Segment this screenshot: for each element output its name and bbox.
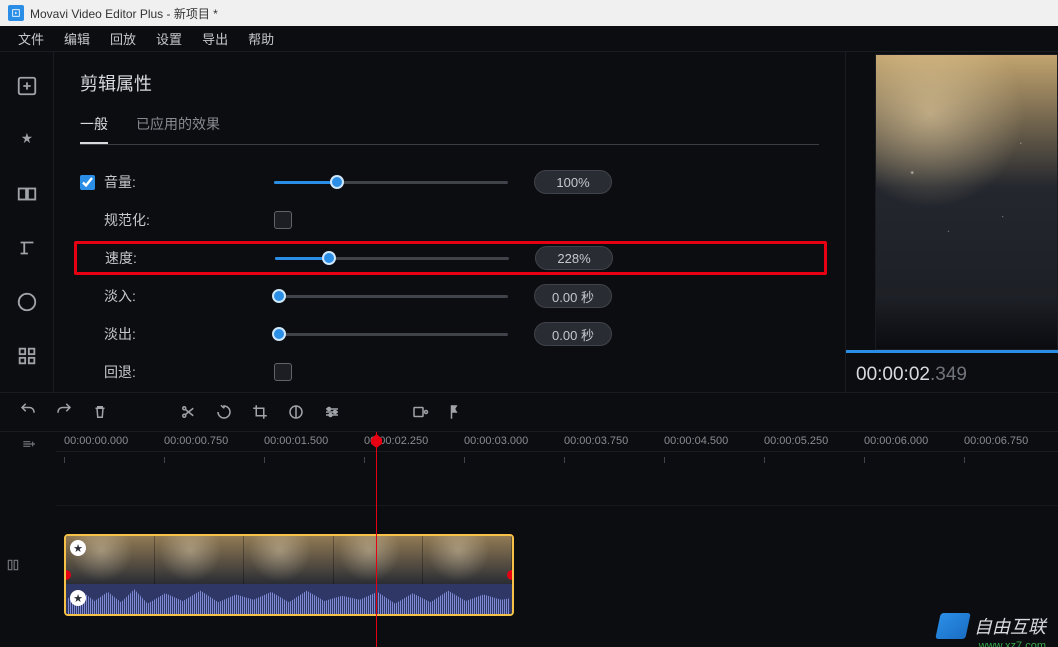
fadein-row: 淡入: 0.00 秒 [80,279,819,313]
normalize-toggle[interactable] [274,211,292,229]
timeline-gutter [0,432,56,647]
preview-progress[interactable] [846,350,1058,353]
transitions-button[interactable] [7,174,47,214]
normalize-row: 规范化: [80,203,819,237]
clip-effects-icon[interactable]: ★ [70,540,86,556]
redo-button[interactable] [48,396,80,428]
video-track[interactable]: ★ ★ [56,530,1058,624]
fadein-value[interactable]: 0.00 秒 [534,284,612,308]
timeline-toolbar [0,392,1058,432]
watermark-text: 自由互联 [974,613,1046,639]
app-icon [8,5,24,21]
import-media-button[interactable] [7,66,47,106]
volume-checkbox[interactable] [80,175,95,190]
delete-button[interactable] [84,396,116,428]
menu-settings[interactable]: 设置 [146,26,192,51]
undo-button[interactable] [12,396,44,428]
ruler-tick: 00:00:04.500 [664,435,728,447]
tab-general[interactable]: 一般 [80,114,108,144]
add-track-button[interactable] [0,434,56,454]
ruler-tick: 00:00:03.750 [564,435,628,447]
clip-trim-right[interactable] [507,570,514,580]
fadein-slider[interactable] [274,295,508,298]
record-button[interactable] [404,396,436,428]
menu-file[interactable]: 文件 [8,26,54,51]
left-toolbar [0,52,54,392]
ruler-tick: 00:00:06.750 [964,435,1028,447]
panel-title: 剪辑属性 [80,70,819,96]
window-title: Movavi Video Editor Plus - 新项目 * [30,5,218,22]
volume-slider[interactable] [274,181,508,184]
ruler-tick: 00:00:01.500 [264,435,328,447]
speed-row: 速度: 228% [74,241,827,275]
titles-button[interactable] [7,228,47,268]
video-clip[interactable]: ★ ★ [64,534,514,616]
ruler-tick: 00:00:03.000 [464,435,528,447]
watermark: 自由互联 www.xz7.com [938,613,1046,639]
normalize-label: 规范化: [104,210,274,230]
fadeout-label: 淡出: [104,324,274,344]
title-bar: Movavi Video Editor Plus - 新项目 * [0,0,1058,26]
clip-properties-button[interactable] [316,396,348,428]
speed-value[interactable]: 228% [535,246,613,270]
split-button[interactable] [172,396,204,428]
fadeout-slider[interactable] [274,333,508,336]
menu-help[interactable]: 帮助 [238,26,284,51]
ruler-tick: 00:00:06.000 [864,435,928,447]
menu-bar: 文件 编辑 回放 设置 导出 帮助 [0,26,1058,52]
preview-video[interactable] [875,54,1058,350]
preview-timecode: 00:00:02.349 [856,364,967,386]
volume-label: 音量: [104,172,274,192]
stickers-button[interactable] [7,282,47,322]
ruler-tick: 00:00:00.000 [64,435,128,447]
clip-thumbnails [66,536,512,584]
volume-value[interactable]: 100% [534,170,612,194]
filters-button[interactable] [7,120,47,160]
ruler-tick: 00:00:00.750 [164,435,228,447]
time-ruler[interactable]: 00:00:00.000 00:00:00.750 00:00:01.500 0… [56,432,1058,452]
reverse-row: 回退: [80,355,819,389]
properties-tabs: 一般 已应用的效果 [80,114,819,145]
fadein-label: 淡入: [104,286,274,306]
color-adjust-button[interactable] [280,396,312,428]
crop-button[interactable] [244,396,276,428]
menu-playback[interactable]: 回放 [100,26,146,51]
volume-row: 音量: 100% [80,165,819,199]
preview-panel: 00:00:02.349 [846,52,1058,392]
reverse-label: 回退: [104,362,274,382]
audio-effects-icon[interactable]: ★ [70,590,86,606]
track-mode-icon[interactable] [6,558,20,577]
watermark-icon [935,613,971,639]
timeline[interactable]: 00:00:00.000 00:00:00.750 00:00:01.500 0… [56,432,1058,647]
playhead[interactable] [376,432,377,647]
watermark-url: www.xz7.com [979,640,1046,647]
timeline-area: 00:00:00.000 00:00:00.750 00:00:01.500 0… [0,432,1058,647]
fadeout-row: 淡出: 0.00 秒 [80,317,819,351]
title-track[interactable] [56,468,1058,506]
rotate-button[interactable] [208,396,240,428]
ruler-tick: 00:00:05.250 [764,435,828,447]
speed-label: 速度: [105,248,275,268]
reverse-toggle[interactable] [274,363,292,381]
tab-applied-effects[interactable]: 已应用的效果 [136,114,220,144]
speed-slider[interactable] [275,257,509,260]
menu-edit[interactable]: 编辑 [54,26,100,51]
properties-panel: 剪辑属性 一般 已应用的效果 音量: 100% 规范化: [54,52,846,392]
menu-export[interactable]: 导出 [192,26,238,51]
marker-button[interactable] [440,396,472,428]
more-tools-button[interactable] [7,336,47,376]
clip-audio-waveform[interactable]: ★ [66,584,512,616]
fadeout-value[interactable]: 0.00 秒 [534,322,612,346]
